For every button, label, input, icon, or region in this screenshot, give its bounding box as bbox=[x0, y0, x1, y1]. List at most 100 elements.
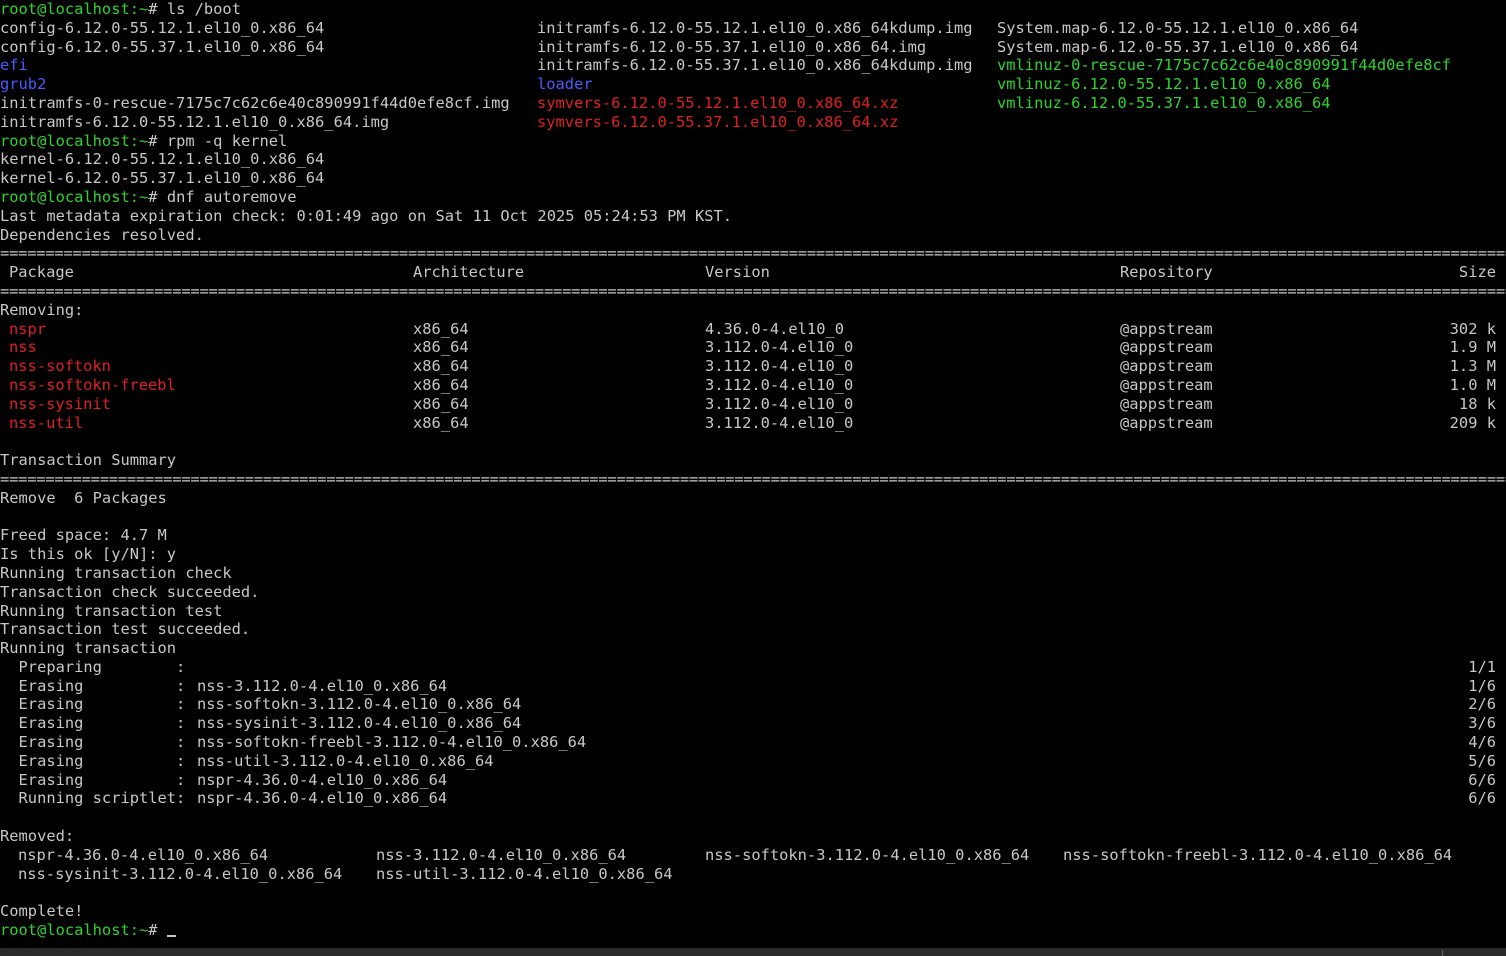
package-name: nss-util bbox=[9, 413, 84, 432]
prompt-symbol: # bbox=[148, 131, 167, 150]
step-count: 1/6 bbox=[1468, 676, 1496, 695]
package-arch: x86_64 bbox=[413, 319, 469, 338]
text-cursor[interactable] bbox=[166, 935, 176, 938]
package-row: nss-softokn x86_64 3.112.0-4.el10_0 @appstr… bbox=[0, 357, 1506, 376]
transaction-step-row: Erasing : nss-3.112.0-4.el10_0.x86_64 1/6 bbox=[0, 677, 1506, 696]
package-size: 18 k bbox=[1458, 394, 1496, 413]
ls-output-row: initramfs-6.12.0-55.12.1.el10_0.x86_64.i… bbox=[0, 113, 1506, 132]
step-count: 4/6 bbox=[1468, 733, 1496, 752]
ls-entry: initramfs-6.12.0-55.12.1.el10_0.x86_64.i… bbox=[0, 112, 390, 131]
step-target: nss-softokn-freebl-3.112.0-4.el10_0.x86_… bbox=[197, 733, 587, 752]
confirm-line: Is this ok [y/N]: y bbox=[0, 545, 1506, 564]
package-arch: x86_64 bbox=[413, 413, 469, 432]
ls-output-row: efi initramfs-6.12.0-55.37.1.el10_0.x86_6… bbox=[0, 56, 1506, 75]
progress-line: Running transaction test bbox=[0, 602, 1506, 621]
prompt-host: root@localhost bbox=[0, 131, 130, 150]
separator-line: ========================================… bbox=[0, 470, 1506, 489]
package-size: 302 k bbox=[1449, 319, 1496, 338]
prompt-symbol: # bbox=[148, 921, 167, 940]
shell-prompt: root@localhost:~# ls /boot bbox=[0, 0, 241, 19]
shell-prompt: root@localhost:~# bbox=[0, 921, 176, 940]
ls-entry: initramfs-0-rescue-7175c7c62c6e40c890991… bbox=[0, 93, 510, 112]
ls-entry: initramfs-6.12.0-55.12.1.el10_0.x86_64kd… bbox=[537, 18, 973, 37]
progress-line: Running transaction check bbox=[0, 564, 1506, 583]
package-version: 3.112.0-4.el10_0 bbox=[705, 394, 854, 413]
package-arch: x86_64 bbox=[413, 394, 469, 413]
ls-output-row: config-6.12.0-55.37.1.el10_0.x86_64 initr… bbox=[0, 38, 1506, 57]
terminal-screen[interactable]: root@localhost:~# ls /boot config-6.12.0-… bbox=[0, 0, 1506, 948]
progress-line: Transaction check succeeded. bbox=[0, 583, 1506, 602]
step-count: 5/6 bbox=[1468, 751, 1496, 770]
ls-entry: System.map-6.12.0-55.12.1.el10_0.x86_64 bbox=[997, 18, 1359, 37]
progress-text: Running transaction check bbox=[0, 563, 232, 582]
package-name: nspr bbox=[9, 319, 47, 338]
prompt-host: root@localhost bbox=[0, 0, 130, 18]
prompt-symbol: # bbox=[148, 0, 167, 18]
shell-prompt: root@localhost:~# dnf autoremove bbox=[0, 188, 297, 207]
ls-entry: initramfs-6.12.0-55.37.1.el10_0.x86_64kd… bbox=[537, 56, 973, 75]
package-size: 1.3 M bbox=[1449, 357, 1496, 376]
command-line: root@localhost:~# bbox=[0, 921, 1506, 940]
step-action: Preparing : bbox=[0, 657, 186, 676]
prompt-path: :~ bbox=[129, 0, 149, 18]
complete-text: Complete! bbox=[0, 902, 84, 921]
package-version: 3.112.0-4.el10_0 bbox=[705, 375, 854, 394]
step-target: nss-sysinit-3.112.0-4.el10_0.x86_64 bbox=[197, 714, 522, 733]
removed-row: nspr-4.36.0-4.el10_0.x86_64 nss-3.112.0-4… bbox=[0, 846, 1506, 865]
package-size: 1.9 M bbox=[1449, 338, 1496, 357]
confirm-prompt: Is this ok [y/N]: y bbox=[0, 545, 177, 564]
header-version: Version bbox=[705, 263, 770, 282]
deps-text: Dependencies resolved. bbox=[0, 225, 204, 244]
package-version: 3.112.0-4.el10_0 bbox=[705, 338, 854, 357]
ls-entry: config-6.12.0-55.37.1.el10_0.x86_64 bbox=[0, 37, 325, 56]
command-line: root@localhost:~# dnf autoremove bbox=[0, 188, 1506, 207]
header-repository: Repository bbox=[1120, 263, 1213, 282]
separator-line: ========================================… bbox=[0, 282, 1506, 301]
command-text: ls /boot bbox=[166, 0, 241, 18]
package-name: nss-softokn bbox=[9, 357, 111, 376]
step-count: 2/6 bbox=[1468, 695, 1496, 714]
step-count: 6/6 bbox=[1468, 789, 1496, 808]
transaction-summary-label: Transaction Summary bbox=[0, 451, 177, 470]
remove-count-line: Remove 6 Packages bbox=[0, 489, 1506, 508]
step-action: Erasing : bbox=[0, 695, 186, 714]
package-row: nss-util x86_64 3.112.0-4.el10_0 @appstream… bbox=[0, 414, 1506, 433]
removed-row: nss-sysinit-3.112.0-4.el10_0.x86_64 nss-u… bbox=[0, 865, 1506, 884]
step-action: Erasing : bbox=[0, 733, 186, 752]
removed-package: nss-softokn-3.112.0-4.el10_0.x86_64 bbox=[705, 845, 1030, 864]
transaction-step-row: Preparing : 1/1 bbox=[0, 658, 1506, 677]
freed-space-line: Freed space: 4.7 M bbox=[0, 526, 1506, 545]
prompt-path: :~ bbox=[129, 131, 149, 150]
prompt-path: :~ bbox=[129, 187, 149, 206]
command-text: rpm -q kernel bbox=[166, 131, 288, 150]
transaction-step-row: Erasing : nss-util-3.112.0-4.el10_0.x86_6… bbox=[0, 752, 1506, 771]
ls-entry: vmlinuz-0-rescue-7175c7c62c6e40c890991f4… bbox=[997, 56, 1452, 75]
progress-text: Running transaction test bbox=[0, 601, 223, 620]
package-version: 4.36.0-4.el10_0 bbox=[705, 319, 844, 338]
step-action: Erasing : bbox=[0, 676, 186, 695]
shell-prompt: root@localhost:~# rpm -q kernel bbox=[0, 132, 287, 151]
step-count: 1/1 bbox=[1468, 657, 1496, 676]
freed-space: Freed space: 4.7 M bbox=[0, 526, 167, 545]
package-row: nss-sysinit x86_64 3.112.0-4.el10_0 @appstr… bbox=[0, 395, 1506, 414]
progress-text: Running transaction bbox=[0, 639, 177, 658]
dnf-deps-line: Dependencies resolved. bbox=[0, 226, 1506, 245]
ls-entry: System.map-6.12.0-55.37.1.el10_0.x86_64 bbox=[997, 37, 1359, 56]
step-action: Erasing : bbox=[0, 751, 186, 770]
command-line: root@localhost:~# ls /boot bbox=[0, 0, 1506, 19]
separator-line: ========================================… bbox=[0, 244, 1506, 263]
ls-output-row: grub2 loader vmlinuz-6.12.0-55.12.1.el10_0… bbox=[0, 75, 1506, 94]
step-action: Running scriptlet: bbox=[0, 789, 186, 808]
package-row: nss-softokn-freebl x86_64 3.112.0-4.el10_0… bbox=[0, 376, 1506, 395]
progress-text: Transaction check succeeded. bbox=[0, 582, 260, 601]
ls-output-row: initramfs-0-rescue-7175c7c62c6e40c890991… bbox=[0, 94, 1506, 113]
ls-entry: config-6.12.0-55.12.1.el10_0.x86_64 bbox=[0, 18, 325, 37]
rpm-output-row: kernel-6.12.0-55.12.1.el10_0.x86_64 bbox=[0, 150, 1506, 169]
package-size: 209 k bbox=[1449, 413, 1496, 432]
removed-label: Removed: bbox=[0, 827, 75, 846]
status-bar bbox=[0, 948, 1506, 956]
table-header-row: Package Architecture Version Repository Size bbox=[0, 263, 1506, 282]
header-architecture: Architecture bbox=[413, 263, 525, 282]
